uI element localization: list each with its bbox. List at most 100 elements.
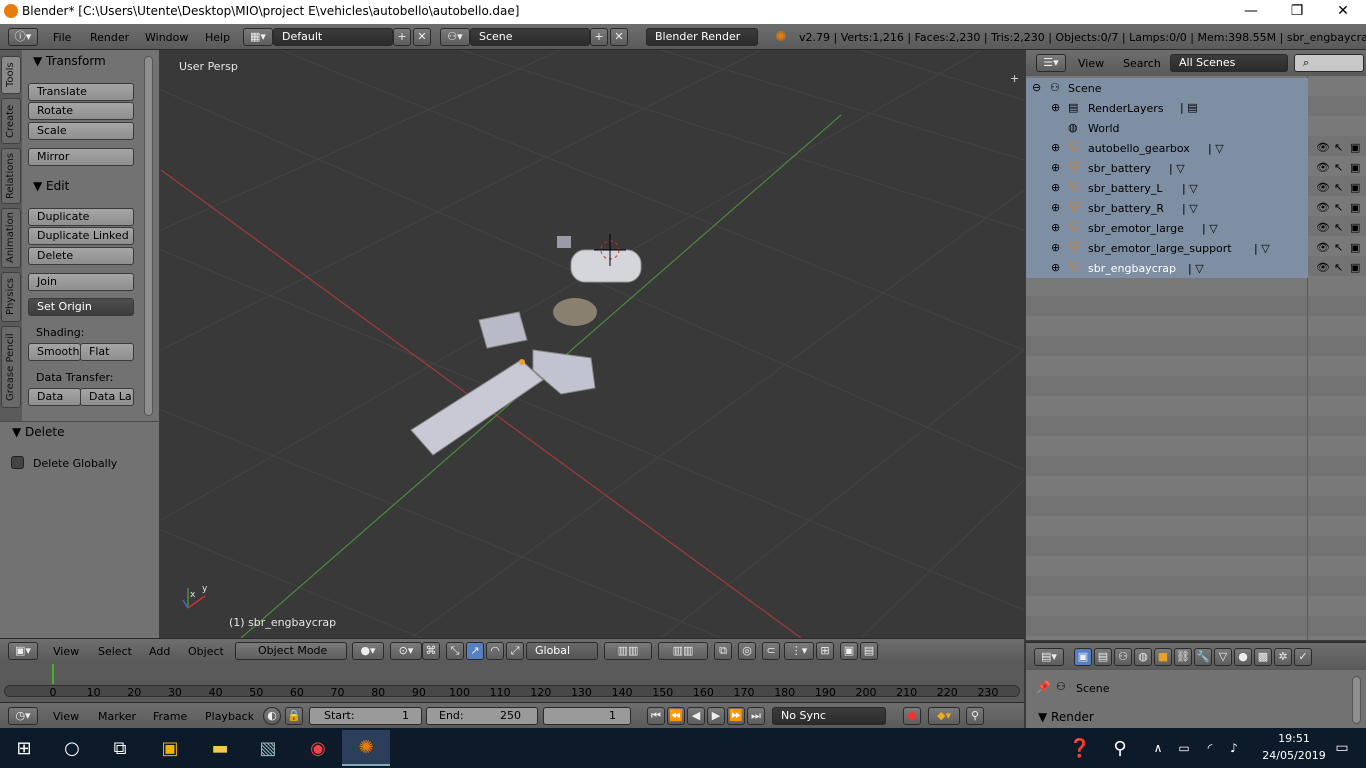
keying-set-icon[interactable]: ◆▾: [928, 707, 960, 725]
pivot-point-icon[interactable]: ⊙▾: [390, 642, 422, 660]
menu-window[interactable]: Window: [145, 31, 188, 44]
play-reverse-icon[interactable]: ◀: [687, 707, 705, 725]
visibility-eye-icon[interactable]: 👁: [1316, 201, 1330, 214]
remove-layout-icon[interactable]: ✕: [413, 28, 431, 46]
maximize-button[interactable]: ❐: [1274, 0, 1320, 24]
tab-grease-pencil[interactable]: Grease Pencil: [1, 326, 21, 408]
blender-taskbar-icon[interactable]: ✺: [342, 730, 390, 766]
tab-relations[interactable]: Relations: [1, 148, 21, 204]
object-tab-icon[interactable]: ■: [1154, 648, 1172, 666]
edit-panel-header[interactable]: ▼ Edit: [33, 179, 69, 193]
selectability-cursor-icon[interactable]: ↖: [1334, 221, 1343, 234]
expand-object-icon[interactable]: ⊕: [1051, 241, 1060, 254]
jump-start-icon[interactable]: ⏮: [647, 707, 665, 725]
render-animation-icon[interactable]: ▤: [860, 642, 878, 660]
data-button[interactable]: Data: [28, 388, 81, 406]
renderability-camera-icon[interactable]: ▣: [1350, 141, 1360, 154]
operator-panel-header[interactable]: ▼ Delete: [12, 425, 64, 439]
scale-widget-icon[interactable]: ⤢: [506, 642, 524, 660]
play-icon[interactable]: ▶: [707, 707, 725, 725]
menu-timeline-view[interactable]: View: [53, 710, 79, 723]
duplicate-button[interactable]: Duplicate: [28, 208, 134, 226]
material-tab-icon[interactable]: ●: [1234, 648, 1252, 666]
scene-tab-icon[interactable]: ⚇: [1114, 648, 1132, 666]
menu-marker[interactable]: Marker: [98, 710, 136, 723]
properties-editor-icon[interactable]: ▤▾: [1034, 648, 1064, 666]
keyframe-insert-icon[interactable]: ⚲: [966, 707, 984, 725]
notifications-icon[interactable]: ▭: [1318, 730, 1366, 766]
menu-render[interactable]: Render: [90, 31, 129, 44]
properties-scrollbar[interactable]: [1352, 676, 1361, 724]
people-icon[interactable]: ⚲: [1100, 730, 1140, 766]
timeline-editor-icon[interactable]: ◷▾: [8, 707, 38, 725]
menu-outliner-search[interactable]: Search: [1123, 57, 1161, 70]
tool-shelf-scrollbar[interactable]: [144, 56, 153, 416]
selectability-cursor-icon[interactable]: ↖: [1334, 141, 1343, 154]
visibility-eye-icon[interactable]: 👁: [1316, 241, 1330, 254]
visibility-eye-icon[interactable]: 👁: [1316, 141, 1330, 154]
flat-button[interactable]: Flat: [80, 343, 134, 361]
transform-widget-icon[interactable]: ⤡: [446, 642, 464, 660]
task-view-icon[interactable]: ⧉: [96, 730, 144, 766]
visibility-eye-icon[interactable]: 👁: [1316, 181, 1330, 194]
menu-object[interactable]: Object: [188, 645, 224, 658]
minimize-button[interactable]: —: [1228, 0, 1274, 24]
scene-selector[interactable]: Scene: [470, 28, 590, 46]
lock-range-icon[interactable]: 🔒: [285, 707, 303, 725]
jump-keyframe-forward-icon[interactable]: ⏩: [727, 707, 745, 725]
selectability-cursor-icon[interactable]: ↖: [1334, 161, 1343, 174]
help-icon[interactable]: ❓: [1060, 730, 1100, 766]
rotate-button[interactable]: Rotate: [28, 102, 134, 120]
translate-button[interactable]: Translate: [28, 83, 134, 101]
set-origin-dropdown[interactable]: Set Origin: [28, 298, 134, 316]
menu-select[interactable]: Select: [98, 645, 132, 658]
world-tab-icon[interactable]: ◍: [1134, 648, 1152, 666]
tab-physics[interactable]: Physics: [1, 272, 21, 322]
clock-time[interactable]: 19:51: [1264, 732, 1324, 745]
expand-object-icon[interactable]: ⊕: [1051, 261, 1060, 274]
render-panel-header[interactable]: ▼ Render: [1038, 710, 1094, 724]
render-layers-tab-icon[interactable]: ▤: [1094, 648, 1112, 666]
collapse-scene-icon[interactable]: ⊖: [1032, 81, 1041, 94]
expand-object-icon[interactable]: ⊕: [1051, 181, 1060, 194]
transform-panel-header[interactable]: ▼ Transform: [33, 54, 106, 68]
expand-renderlayers-icon[interactable]: ⊕: [1051, 101, 1060, 114]
particles-tab-icon[interactable]: ✲: [1274, 648, 1292, 666]
viewport-shading-icon[interactable]: ●▾: [352, 642, 384, 660]
snap-target-icon[interactable]: ⊞: [816, 642, 834, 660]
show-hidden-icons[interactable]: ∧: [1144, 730, 1172, 766]
render-tab-icon[interactable]: ▣: [1074, 648, 1092, 666]
expand-object-icon[interactable]: ⊕: [1051, 201, 1060, 214]
data-layout-button[interactable]: Data La: [80, 388, 134, 406]
screen-layout-icon[interactable]: ▦▾: [243, 28, 273, 46]
3d-viewport[interactable]: [161, 50, 1024, 638]
menu-outliner-view[interactable]: View: [1078, 57, 1104, 70]
end-frame-field[interactable]: End: 250: [426, 707, 538, 725]
vehicle-mesh[interactable]: [410, 234, 642, 456]
menu-add[interactable]: Add: [149, 645, 170, 658]
record-icon[interactable]: ●: [903, 707, 921, 725]
modifiers-tab-icon[interactable]: 🔧: [1194, 648, 1212, 666]
translate-widget-icon[interactable]: ↗: [466, 642, 484, 660]
jump-keyframe-back-icon[interactable]: ⏪: [667, 707, 685, 725]
outliner-editor-icon[interactable]: ☰▾: [1036, 54, 1066, 72]
tab-tools[interactable]: Tools: [1, 56, 21, 94]
region-expand-icon[interactable]: +: [1010, 72, 1019, 85]
start-icon[interactable]: ⊞: [0, 730, 48, 766]
manipulator-icon[interactable]: ⌘: [422, 642, 440, 660]
layers-grid-icon[interactable]: ▥▥: [604, 642, 652, 660]
add-layout-icon[interactable]: +: [393, 28, 411, 46]
selectability-cursor-icon[interactable]: ↖: [1334, 201, 1343, 214]
smooth-button[interactable]: Smooth: [28, 343, 81, 361]
renderability-camera-icon[interactable]: ▣: [1350, 221, 1360, 234]
expand-object-icon[interactable]: ⊕: [1051, 141, 1060, 154]
layout-selector[interactable]: Default: [273, 28, 393, 46]
current-frame-field[interactable]: 1: [543, 707, 631, 725]
selectability-cursor-icon[interactable]: ↖: [1334, 261, 1343, 274]
join-button[interactable]: Join: [28, 273, 134, 291]
snap-icon[interactable]: ⊂: [762, 642, 780, 660]
menu-help[interactable]: Help: [205, 31, 230, 44]
orientation-selector[interactable]: Global: [526, 642, 598, 660]
outliner-search-input[interactable]: ⌕: [1294, 54, 1364, 72]
selectability-cursor-icon[interactable]: ↖: [1334, 241, 1343, 254]
